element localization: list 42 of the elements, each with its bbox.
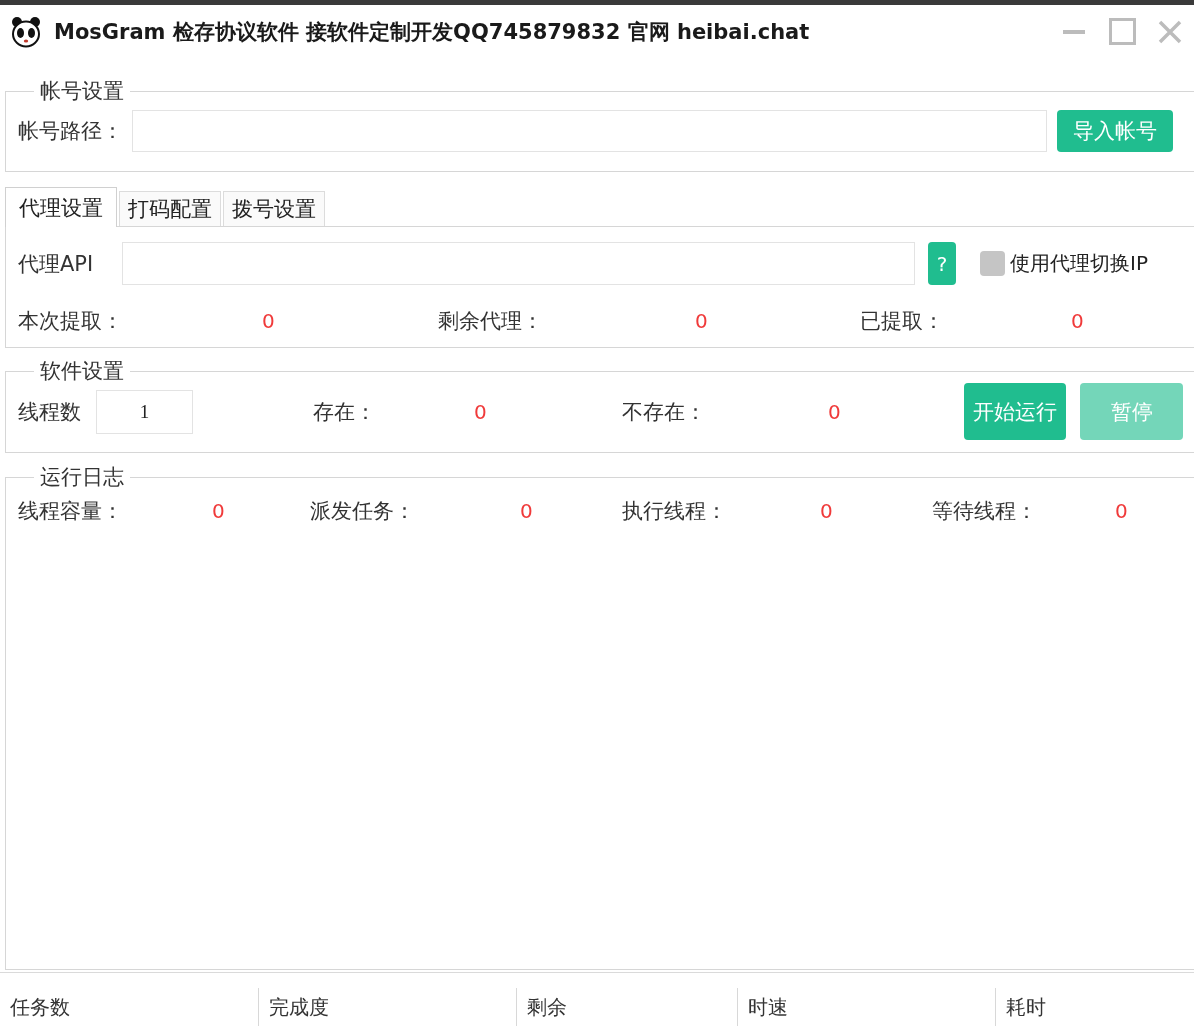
window-title: MosGram 检存协议软件 接软件定制开发QQ745879832 官网 heibai.chat bbox=[54, 18, 810, 46]
stat-label: 执行线程： bbox=[622, 498, 727, 525]
tab[interactable]: 打码配置 bbox=[119, 191, 221, 226]
checkbox-label: 使用代理切换IP bbox=[1010, 250, 1148, 277]
field-label: 代理API bbox=[18, 250, 95, 278]
proxy-api-field[interactable] bbox=[122, 242, 915, 285]
threads-field[interactable]: 1 bbox=[96, 389, 193, 434]
stat-label: 派发任务： bbox=[310, 498, 415, 525]
group-legend: 软件设置 bbox=[34, 359, 130, 383]
status-bar-section: 任务数 bbox=[0, 988, 258, 1026]
stat-label: 不存在： bbox=[622, 398, 706, 426]
status-bar-section: 时速 bbox=[737, 988, 995, 1026]
field-label: 帐号路径： bbox=[18, 118, 124, 145]
field-label: 线程数 bbox=[18, 398, 82, 426]
tab[interactable]: 代理设置 bbox=[5, 187, 117, 227]
stat-label: 剩余代理： bbox=[438, 308, 543, 335]
stat-value: 0 bbox=[520, 499, 533, 523]
close-icon bbox=[1158, 19, 1182, 44]
stat-value: 0 bbox=[212, 499, 225, 523]
logo-icon bbox=[10, 15, 42, 48]
maximize-icon bbox=[1108, 18, 1136, 45]
account-path-field[interactable] bbox=[132, 110, 1047, 152]
stat-label: 已提取： bbox=[860, 308, 944, 335]
stat-value: 0 bbox=[1115, 499, 1128, 523]
stat-value: 0 bbox=[262, 309, 275, 333]
group-legend: 帐号设置 bbox=[34, 79, 130, 103]
status-bar-section: 完成度 bbox=[258, 988, 516, 1026]
group-legend: 运行日志 bbox=[34, 465, 130, 489]
stat-value: 0 bbox=[820, 499, 833, 523]
stat-value: 0 bbox=[695, 309, 708, 333]
stat-value: 0 bbox=[1071, 309, 1084, 333]
stat-label: 本次提取： bbox=[18, 308, 123, 335]
stat-label: 存在： bbox=[313, 398, 376, 426]
stat-label: 等待线程： bbox=[932, 498, 1037, 525]
status-bar-section: 耗时 bbox=[995, 988, 1194, 1026]
status-bar-section: 剩余 bbox=[516, 988, 737, 1026]
minimize-icon bbox=[1063, 29, 1085, 34]
stat-value: 0 bbox=[474, 399, 487, 424]
stat-value: 0 bbox=[828, 399, 841, 424]
switch-ip-checkbox[interactable] bbox=[980, 251, 1005, 276]
tab[interactable]: 拨号设置 bbox=[223, 191, 325, 226]
stat-label: 线程容量： bbox=[18, 498, 123, 525]
